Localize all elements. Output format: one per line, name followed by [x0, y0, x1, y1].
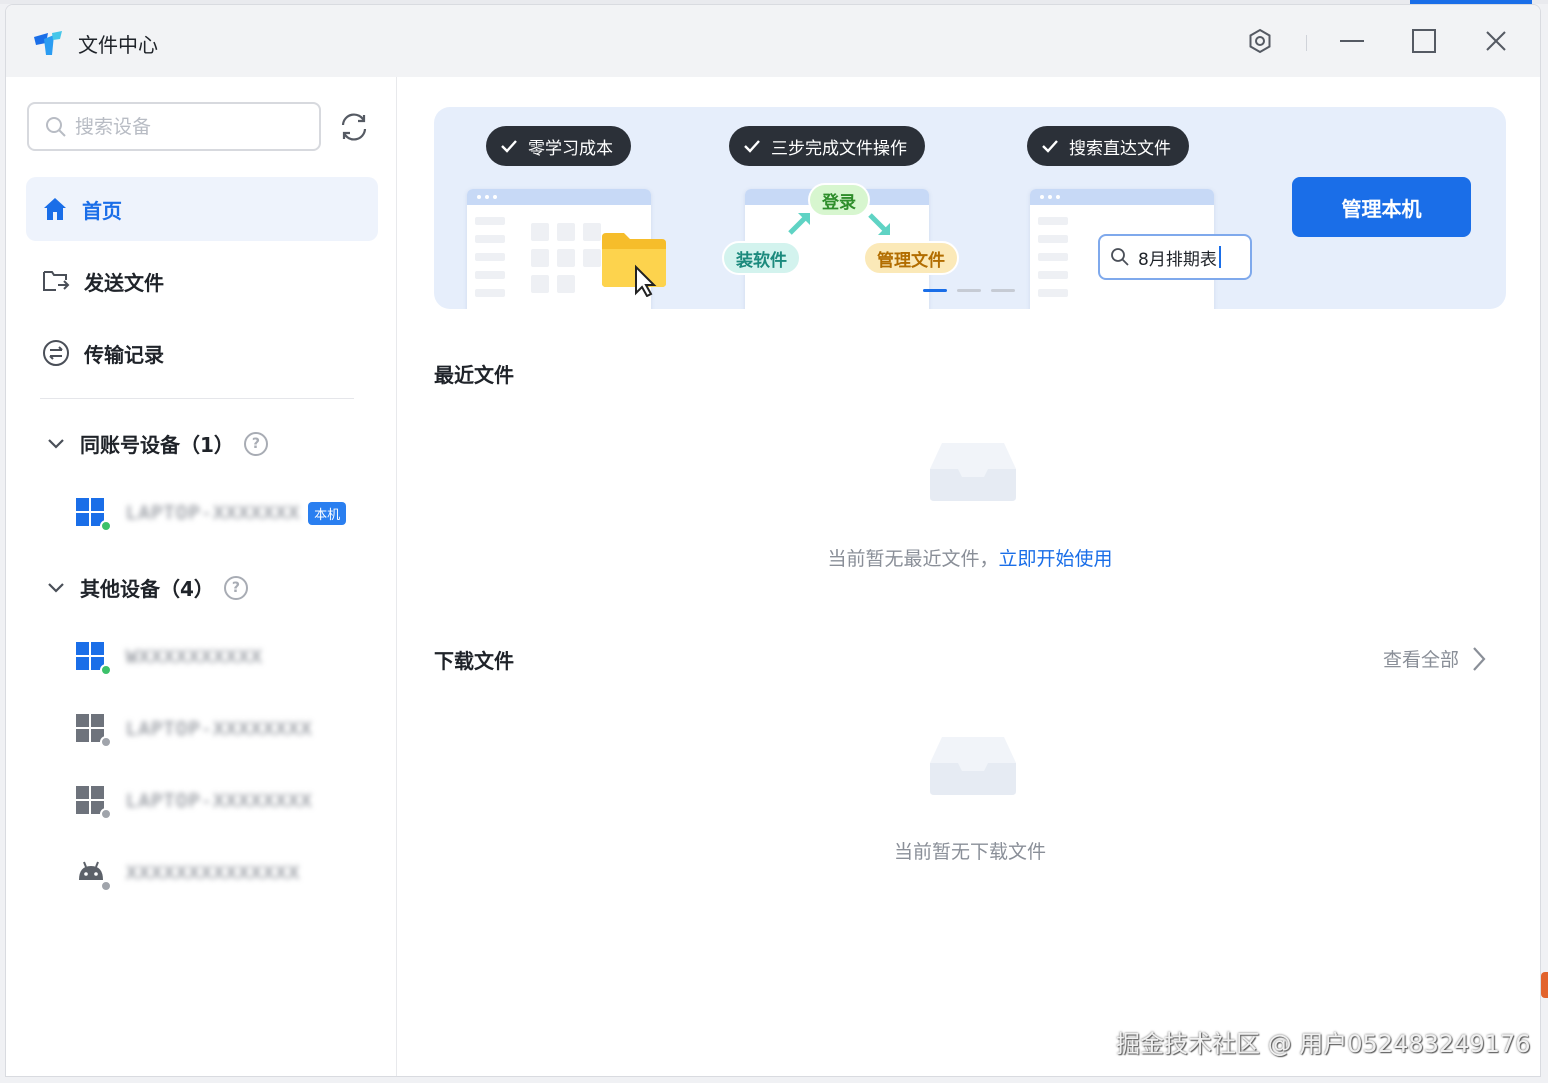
- transfer-icon: [43, 340, 69, 366]
- windows-icon: [76, 642, 112, 676]
- search-icon: [46, 116, 66, 137]
- search-demo-box: 8月排期表: [1098, 234, 1252, 280]
- search-demo-text: 8月排期表: [1138, 249, 1217, 270]
- online-status-dot: [100, 664, 112, 676]
- group-other-devices[interactable]: 其他设备（4） ?: [46, 573, 248, 602]
- text-caret: [1218, 246, 1221, 268]
- device-name: LAPTOP-XXXXXXX: [126, 502, 301, 524]
- manage-local-button[interactable]: 管理本机: [1292, 177, 1471, 237]
- downloads-empty-text: 当前暂无下载文件: [893, 841, 1046, 863]
- background-orange-edge: [1541, 972, 1548, 998]
- device-item[interactable]: LAPTOP-XXXXXXXX: [76, 709, 313, 749]
- search-icon: [1111, 248, 1129, 266]
- feature-pill-label: 三步完成文件操作: [771, 138, 907, 159]
- help-icon[interactable]: ?: [223, 575, 248, 600]
- sidebar: 首页 发送文件 传输记录 同账号设备（1） ? LAPTOP-XXXXXXX 本…: [6, 77, 397, 1076]
- device-name: LAPTOP-XXXXXXXX: [126, 790, 313, 812]
- offline-status-dot: [100, 736, 112, 748]
- nav-item-home-label: 首页: [82, 198, 122, 223]
- device-name: XXXXXXXXXXXXXX: [126, 862, 301, 884]
- download-files-title: 下载文件: [434, 649, 514, 673]
- device-item[interactable]: LAPTOP-XXXXXXXX: [76, 781, 313, 821]
- feature-pill-label: 搜索直达文件: [1069, 138, 1171, 159]
- feature-pill: 搜索直达文件: [1027, 126, 1189, 166]
- recent-empty-message: 当前暂无最近文件，立即开始使用: [398, 544, 1540, 571]
- feature-pill: 三步完成文件操作: [729, 126, 925, 166]
- folder-icon: [602, 233, 666, 297]
- carousel-dot[interactable]: [957, 289, 981, 292]
- feature-pill: 零学习成本: [486, 126, 631, 166]
- maximize-icon: [1412, 29, 1436, 53]
- send-folder-icon: [43, 271, 70, 291]
- offline-status-dot: [100, 880, 112, 892]
- nav-item-send-file-label: 发送文件: [84, 270, 164, 295]
- watermark-text: 掘金技术社区 @ 用户052483249176: [1116, 1030, 1531, 1058]
- windows-icon: [76, 786, 112, 820]
- refresh-icon[interactable]: [338, 111, 370, 143]
- maximize-button[interactable]: [1406, 23, 1442, 59]
- arrow-up-right-icon: [788, 213, 810, 235]
- group-same-account-label: 同账号设备（1）: [80, 433, 234, 457]
- online-status-dot: [100, 520, 112, 532]
- carousel-dot[interactable]: [923, 289, 947, 292]
- empty-tray-icon: [930, 443, 1016, 501]
- carousel-dot[interactable]: [991, 289, 1015, 292]
- windows-icon: [76, 498, 112, 532]
- check-icon: [501, 140, 517, 153]
- nav-item-send-file[interactable]: 发送文件: [26, 249, 378, 313]
- group-same-account[interactable]: 同账号设备（1） ?: [46, 429, 268, 458]
- empty-tray-icon: [930, 737, 1016, 795]
- windows-icon: [76, 714, 112, 748]
- chevron-down-icon: [48, 438, 64, 449]
- carousel-indicator[interactable]: [923, 289, 1015, 292]
- sidebar-divider: [40, 398, 354, 399]
- arrow-down-right-icon: [868, 213, 890, 235]
- recent-files-title: 最近文件: [434, 363, 514, 387]
- device-name: LAPTOP-XXXXXXXX: [126, 718, 313, 740]
- main-content: 零学习成本 三步完成文件操作 搜索直达文件 登录 装软件 管理文件 8月排期表 …: [398, 77, 1540, 1076]
- chevron-down-icon: [48, 582, 64, 593]
- view-all-button[interactable]: 查看全部: [1383, 645, 1487, 672]
- chevron-right-icon: [1473, 646, 1486, 671]
- check-icon: [1042, 140, 1058, 153]
- device-name: WXXXXXXXXXX: [126, 646, 263, 668]
- home-icon: [44, 198, 66, 220]
- offline-status-dot: [100, 808, 112, 820]
- feature-banner: 零学习成本 三步完成文件操作 搜索直达文件 登录 装软件 管理文件 8月排期表 …: [434, 107, 1506, 309]
- minimize-button[interactable]: [1334, 23, 1370, 59]
- device-search-input[interactable]: [75, 115, 295, 138]
- settings-icon: [1249, 28, 1271, 54]
- feature-pill-label: 零学习成本: [528, 138, 613, 159]
- start-using-link[interactable]: 立即开始使用: [999, 548, 1113, 570]
- nav-item-transfer-history[interactable]: 传输记录: [26, 321, 378, 385]
- step-tag-login: 登录: [808, 183, 870, 217]
- file-center-window: 文件中心 首页: [5, 4, 1541, 1077]
- recent-empty-text: 当前暂无最近文件，: [827, 548, 999, 570]
- nav-item-home[interactable]: 首页: [26, 177, 378, 241]
- window-title: 文件中心: [78, 33, 158, 57]
- close-button[interactable]: [1478, 23, 1514, 59]
- device-item[interactable]: WXXXXXXXXXX: [76, 637, 263, 677]
- android-icon: [76, 858, 112, 892]
- step-tag-manage: 管理文件: [863, 241, 959, 275]
- title-bar[interactable]: 文件中心: [6, 5, 1540, 77]
- app-logo-icon: [34, 31, 62, 55]
- minimize-icon: [1340, 40, 1364, 42]
- help-icon[interactable]: ?: [243, 431, 268, 456]
- settings-button[interactable]: [1242, 23, 1278, 59]
- local-device-badge: 本机: [308, 501, 347, 525]
- view-all-label: 查看全部: [1383, 649, 1460, 671]
- step-tag-install: 装软件: [722, 241, 801, 275]
- group-other-devices-label: 其他设备（4）: [80, 577, 214, 601]
- device-item[interactable]: LAPTOP-XXXXXXX 本机: [76, 493, 347, 533]
- nav-item-transfer-history-label: 传输记录: [84, 342, 164, 367]
- close-icon: [1486, 31, 1506, 51]
- check-icon: [744, 140, 760, 153]
- device-search-box[interactable]: [27, 102, 321, 151]
- titlebar-separator: [1306, 35, 1307, 51]
- device-item[interactable]: XXXXXXXXXXXXXX: [76, 853, 300, 893]
